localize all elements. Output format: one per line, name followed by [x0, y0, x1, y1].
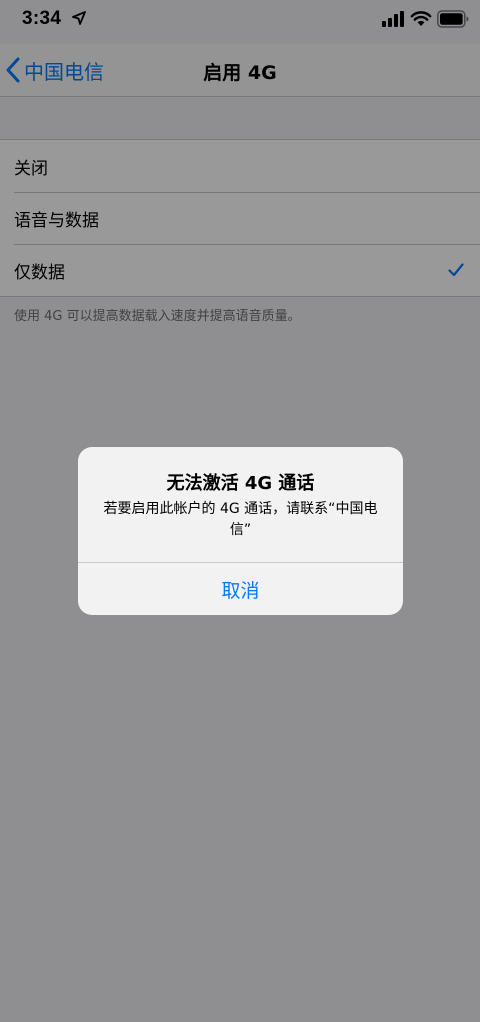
- cancel-button[interactable]: 取消: [78, 563, 403, 615]
- alert-message: 若要启用此帐户的 4G 通话，请联系“中国电信”: [103, 501, 378, 538]
- alert-dialog: 无法激活 4G 通话 若要启用此帐户的 4G 通话，请联系“中国电信” 取消: [78, 447, 403, 615]
- alert-title: 无法激活 4G 通话: [166, 473, 315, 494]
